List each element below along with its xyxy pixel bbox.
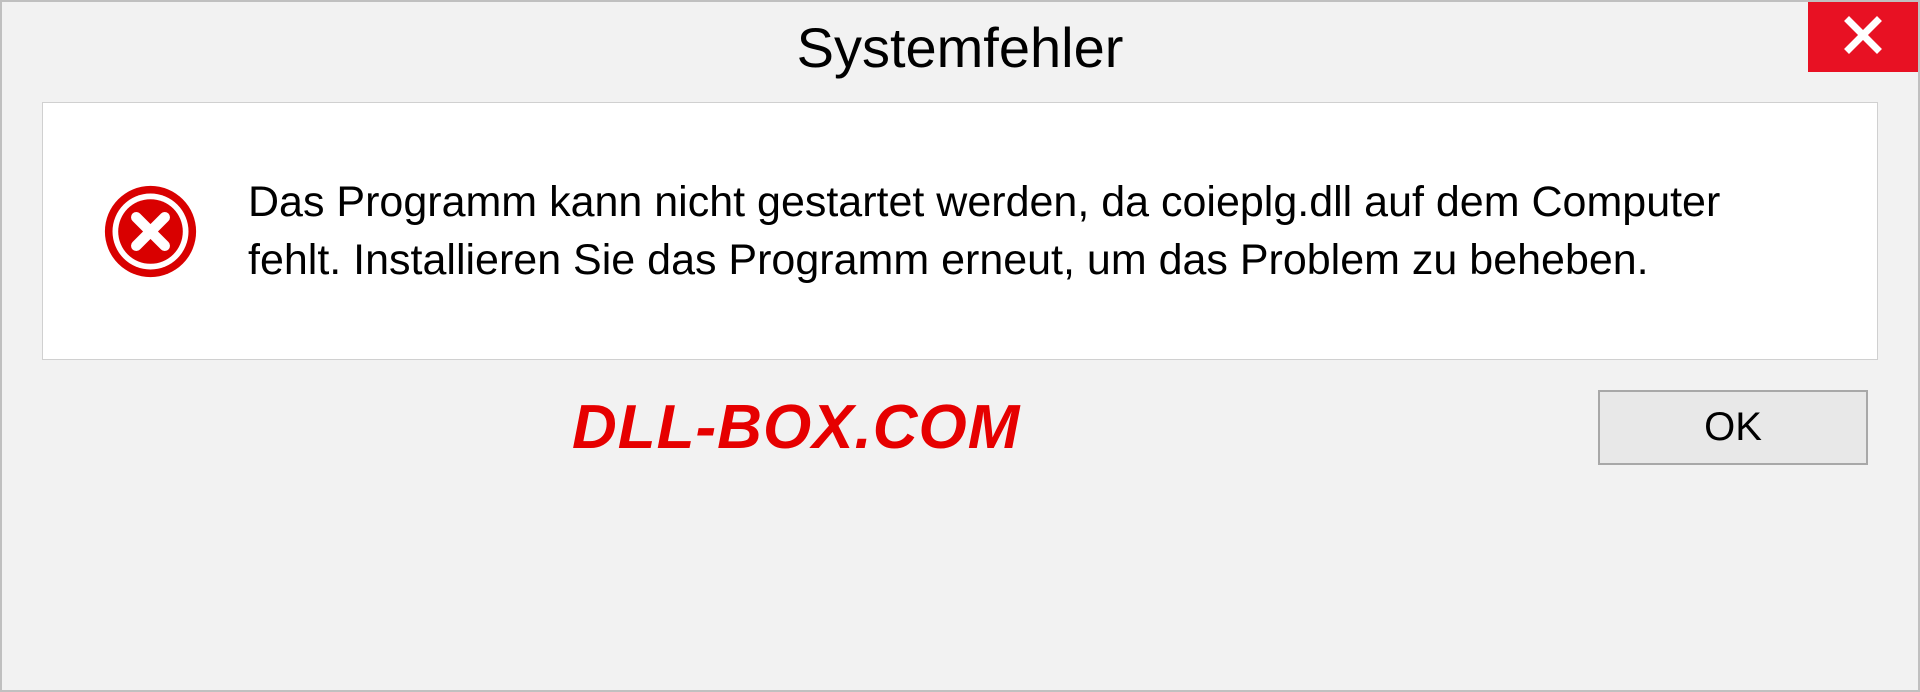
dialog-title: Systemfehler (797, 15, 1124, 80)
ok-button-label: OK (1704, 405, 1762, 450)
titlebar: Systemfehler (2, 2, 1918, 92)
ok-button[interactable]: OK (1598, 390, 1868, 465)
dialog-footer: DLL-BOX.COM OK (2, 390, 1918, 485)
close-icon (1843, 15, 1883, 60)
error-message: Das Programm kann nicht gestartet werden… (248, 173, 1817, 289)
message-panel: Das Programm kann nicht gestartet werden… (42, 102, 1878, 360)
watermark-text: DLL-BOX.COM (572, 392, 1020, 463)
close-button[interactable] (1808, 2, 1918, 72)
error-icon (103, 184, 198, 279)
